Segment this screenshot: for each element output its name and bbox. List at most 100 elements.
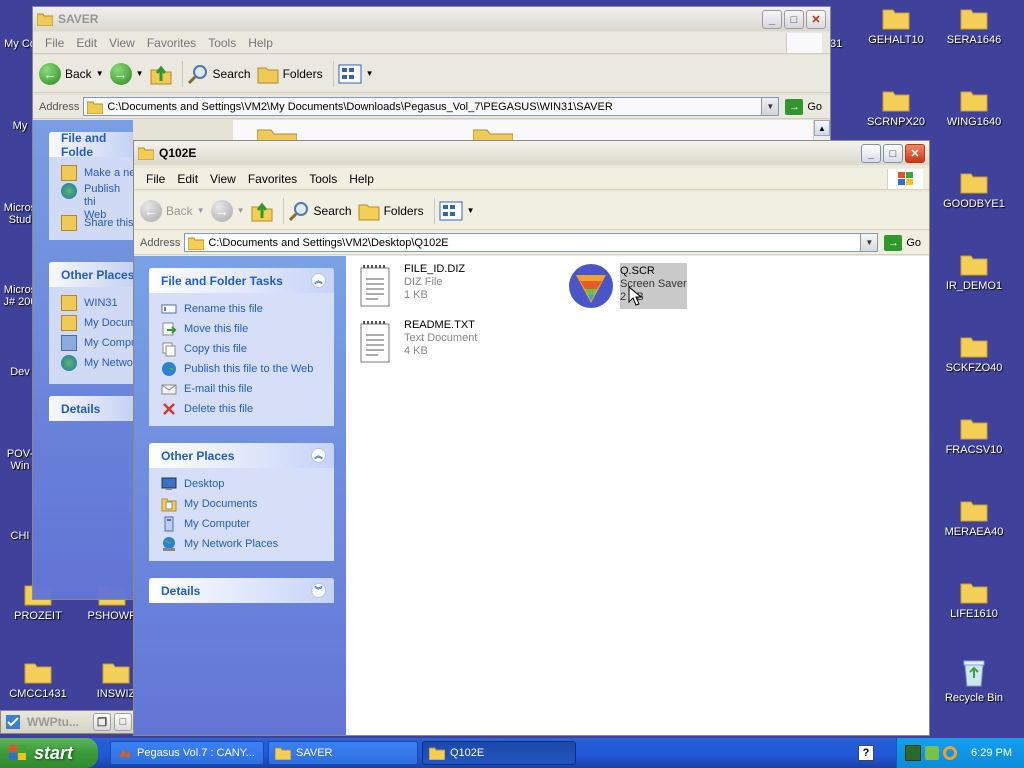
details-header[interactable]: Details [49,396,133,421]
maximize-button[interactable]: □ [114,713,132,731]
desktop-icon-life1610[interactable]: LIFE1610 [936,580,1012,620]
go-button[interactable]: → Go [884,234,921,251]
place-my-documents[interactable]: My Docum [61,313,133,333]
desktop-icon-recycle-bin[interactable]: Recycle Bin [936,658,1012,704]
task-rename-file[interactable]: Rename this file [161,299,334,319]
minimize-button[interactable]: _ [762,10,782,29]
desktop-icon-cmcc1431[interactable]: CMCC1431 [0,660,76,700]
tray-record-icon[interactable] [905,745,921,761]
place-my-documents[interactable]: My Documents [161,494,334,514]
desktop-icon-goodbye1[interactable]: GOODBYE1 [936,170,1012,210]
q102e-titlebar[interactable]: Q102E _ □ ✕ [134,141,929,165]
help-icon[interactable]: ? [858,745,874,761]
go-button[interactable]: → Go [785,98,822,115]
folders-button[interactable]: Folders [358,201,424,221]
place-my-network[interactable]: My Network Places [161,534,334,554]
place-label: My Compu [84,337,133,349]
menu-file[interactable]: File [146,172,165,186]
forward-button[interactable]: → ▼ [210,199,245,222]
menu-tools[interactable]: Tools [208,36,236,50]
task-email-file[interactable]: E-mail this file [161,379,334,399]
file-item[interactable]: README.TXT Text Document 4 KB [358,319,477,365]
address-dropdown-icon[interactable]: ▼ [761,98,779,115]
tasks-header[interactable]: File and Folde [49,131,133,159]
notepad-file-icon [360,265,390,307]
up-folder-button[interactable] [150,63,172,85]
expand-chevron-icon[interactable]: ︾ [311,583,326,598]
task-publish[interactable]: Publish thi Web [61,183,133,221]
places-header[interactable]: Other Places ︽ [149,443,334,468]
taskbar-button-pegasus[interactable]: Pegasus Vol.7 : CANY... [110,741,264,765]
task-make-folder[interactable]: Make a ne [61,163,133,183]
maximize-button[interactable]: □ [883,144,903,163]
tray-search-icon[interactable] [943,746,957,760]
details-header[interactable]: Details ︾ [149,578,334,603]
minimized-window-wwptu[interactable]: WWPtu... ❐ □ [0,710,136,734]
menu-edit[interactable]: Edit [177,172,198,186]
close-button[interactable]: ✕ [806,10,826,29]
back-button[interactable]: ← Back ▼ [140,199,205,222]
back-button[interactable]: ← Back ▼ [39,62,104,85]
file-item[interactable]: FILE_ID.DIZ DIZ File 1 KB [358,263,465,309]
clock[interactable]: 6:29 PM [971,747,1012,759]
task-delete-file[interactable]: Delete this file [161,399,334,419]
up-folder-button[interactable] [251,200,273,222]
taskbar-button-q102e[interactable]: Q102E [422,741,576,765]
forward-button[interactable]: → ▼ [109,62,144,85]
restore-button[interactable]: ❐ [93,713,111,731]
place-my-network[interactable]: My Netwo [61,353,133,373]
folder-icon [960,9,988,30]
start-button[interactable]: start [0,738,98,768]
menu-view[interactable]: View [210,172,236,186]
task-publish-web[interactable]: Publish this file to the Web [161,359,334,379]
desktop-icon-gehalt10[interactable]: GEHALT10 [858,6,934,46]
taskbar-button-saver[interactable]: SAVER [268,741,418,765]
collapse-chevron-icon[interactable]: ︽ [311,273,326,288]
menu-favorites[interactable]: Favorites [248,172,297,186]
menu-tools[interactable]: Tools [309,172,337,186]
desktop-icon-wing1640[interactable]: WING1640 [936,88,1012,128]
search-button[interactable]: Search [288,200,352,222]
saver-titlebar[interactable]: SAVER _ □ ✕ [33,7,830,31]
folders-button[interactable]: Folders [257,64,323,84]
menu-file[interactable]: File [45,36,64,50]
maximize-button[interactable]: □ [784,10,804,29]
address-field[interactable]: C:\Documents and Settings\VM2\Desktop\Q1… [184,233,879,252]
desktop-icon-ir-demo1[interactable]: IR_DEMO1 [936,252,1012,292]
close-button[interactable]: ✕ [905,144,925,163]
q102e-window[interactable]: Q102E _ □ ✕ File Edit View Favorites Too… [133,140,930,736]
desktop-icon-sera1646[interactable]: SERA1646 [936,6,1012,46]
menu-help[interactable]: Help [248,36,273,50]
menu-edit[interactable]: Edit [76,36,97,50]
place-my-computer[interactable]: My Computer [161,514,334,534]
file-type: Text Document [404,332,478,344]
address-dropdown-icon[interactable]: ▼ [860,234,878,251]
desktop-icon-scrnpx20[interactable]: SCRNPX20 [858,88,934,128]
folder-icon [960,583,988,604]
search-button[interactable]: Search [187,63,251,85]
desktop-icon-meraea40[interactable]: MERAEA40 [936,498,1012,538]
task-move-file[interactable]: Move this file [161,319,334,339]
task-label: E-mail this file [184,383,253,395]
place-desktop[interactable]: Desktop [161,474,334,494]
desktop-icon-sckfzo40[interactable]: SCKFZO40 [936,334,1012,374]
place-win31[interactable]: WIN31 [61,293,133,313]
menu-favorites[interactable]: Favorites [147,36,196,50]
minimize-button[interactable]: _ [861,144,881,163]
views-button[interactable]: ▼ [439,201,475,221]
collapse-chevron-icon[interactable]: ︽ [311,448,326,463]
task-copy-file[interactable]: Copy this file [161,339,334,359]
place-my-computer[interactable]: My Compu [61,333,133,353]
desktop-icon-label: GOODBYE1 [943,198,1005,210]
tasks-header[interactable]: File and Folder Tasks ︽ [149,268,334,293]
menu-view[interactable]: View [109,36,135,50]
views-button[interactable]: ▼ [338,64,374,84]
menu-help[interactable]: Help [349,172,374,186]
address-field[interactable]: C:\Documents and Settings\VM2\My Documen… [83,97,780,116]
folder-icon [960,91,988,112]
scroll-up-button[interactable]: ▲ [814,120,830,136]
search-icon [187,64,207,84]
places-header[interactable]: Other Places [49,262,133,287]
desktop-icon-fracsv10[interactable]: FRACSV10 [936,416,1012,456]
tray-network-icon[interactable] [925,746,939,760]
